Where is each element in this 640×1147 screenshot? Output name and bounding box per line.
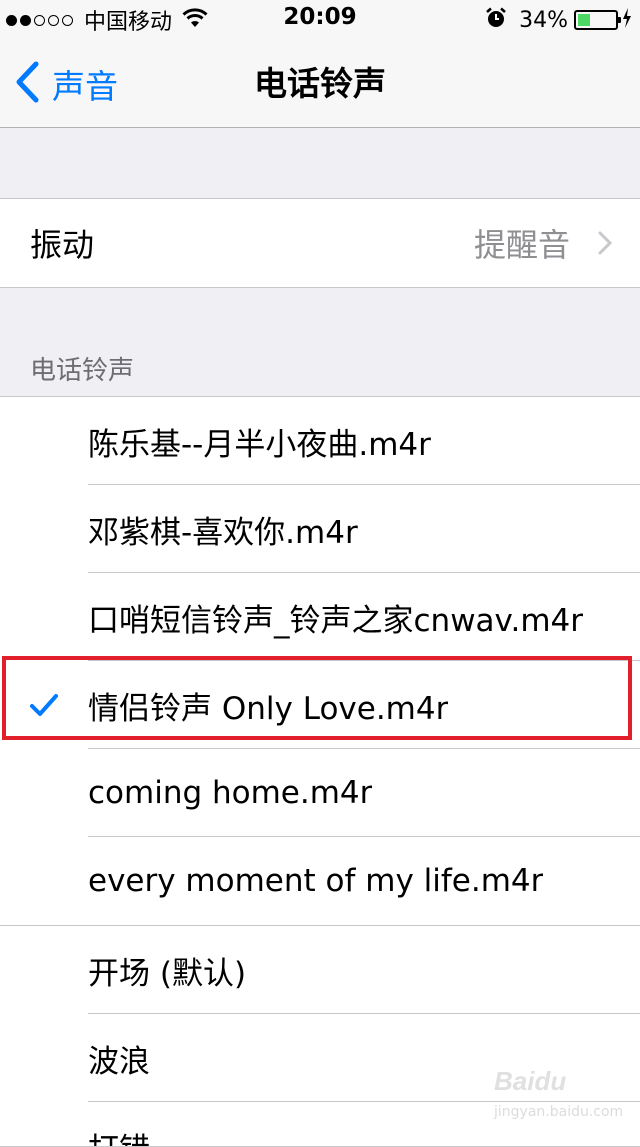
page-title: 电话铃声 — [0, 40, 640, 128]
ringtone-row[interactable]: 陈乐基--月半小夜曲.m4r — [0, 397, 640, 485]
battery-icon — [574, 10, 618, 30]
vibration-label: 振动 — [30, 220, 94, 266]
ringtone-row[interactable]: every moment of my life.m4r — [0, 837, 640, 925]
vibration-group: 振动 提醒音 — [0, 198, 640, 288]
watermark-brand: Baidu — [494, 1066, 566, 1097]
ringtone-label: 陈乐基--月半小夜曲.m4r — [88, 419, 431, 464]
battery-fill — [578, 14, 590, 26]
ringtone-label: 情侣铃声 Only Love.m4r — [88, 683, 448, 728]
ringtone-row[interactable]: 口哨短信铃声_铃声之家cnwav.m4r — [0, 573, 640, 661]
ringtone-label: coming home.m4r — [88, 775, 372, 811]
ringtone-label: 打错 — [88, 1124, 150, 1147]
ringtone-label: 邓紫棋-喜欢你.m4r — [88, 507, 358, 552]
ringtone-row[interactable]: 邓紫棋-喜欢你.m4r — [0, 485, 640, 573]
status-bar: 中国移动 20:09 34% — [0, 0, 640, 40]
charging-bolt-icon — [622, 8, 632, 32]
ringtone-row[interactable]: coming home.m4r — [0, 749, 640, 837]
ringtone-row[interactable]: 情侣铃声 Only Love.m4r — [0, 661, 640, 749]
baidu-watermark: Baidu jingyan.baidu.com — [494, 1064, 604, 1128]
ringtone-label: 开场 (默认) — [88, 948, 246, 993]
battery-percent: 34% — [519, 8, 568, 33]
watermark-subtitle: jingyan.baidu.com — [494, 1104, 623, 1120]
ringtone-label: 口哨短信铃声_铃声之家cnwav.m4r — [88, 595, 583, 640]
chevron-right-icon — [598, 231, 612, 259]
vibration-value: 提醒音 — [474, 220, 570, 266]
section-header: 电话铃声 — [30, 350, 134, 387]
ringtone-row[interactable]: 开场 (默认) — [0, 926, 640, 1014]
navigation-bar: 声音 电话铃声 — [0, 40, 640, 128]
custom-ringtones-list: 陈乐基--月半小夜曲.m4r 邓紫棋-喜欢你.m4r 口哨短信铃声_铃声之家cnwa… — [0, 396, 640, 926]
vibration-row[interactable]: 振动 提醒音 — [0, 199, 640, 287]
alarm-icon — [485, 7, 507, 33]
ringtone-label: every moment of my life.m4r — [88, 863, 543, 899]
ringtone-label: 波浪 — [88, 1036, 150, 1081]
checkmark-icon — [30, 693, 58, 721]
status-right: 34% — [485, 6, 632, 34]
battery-nub — [618, 17, 621, 23]
